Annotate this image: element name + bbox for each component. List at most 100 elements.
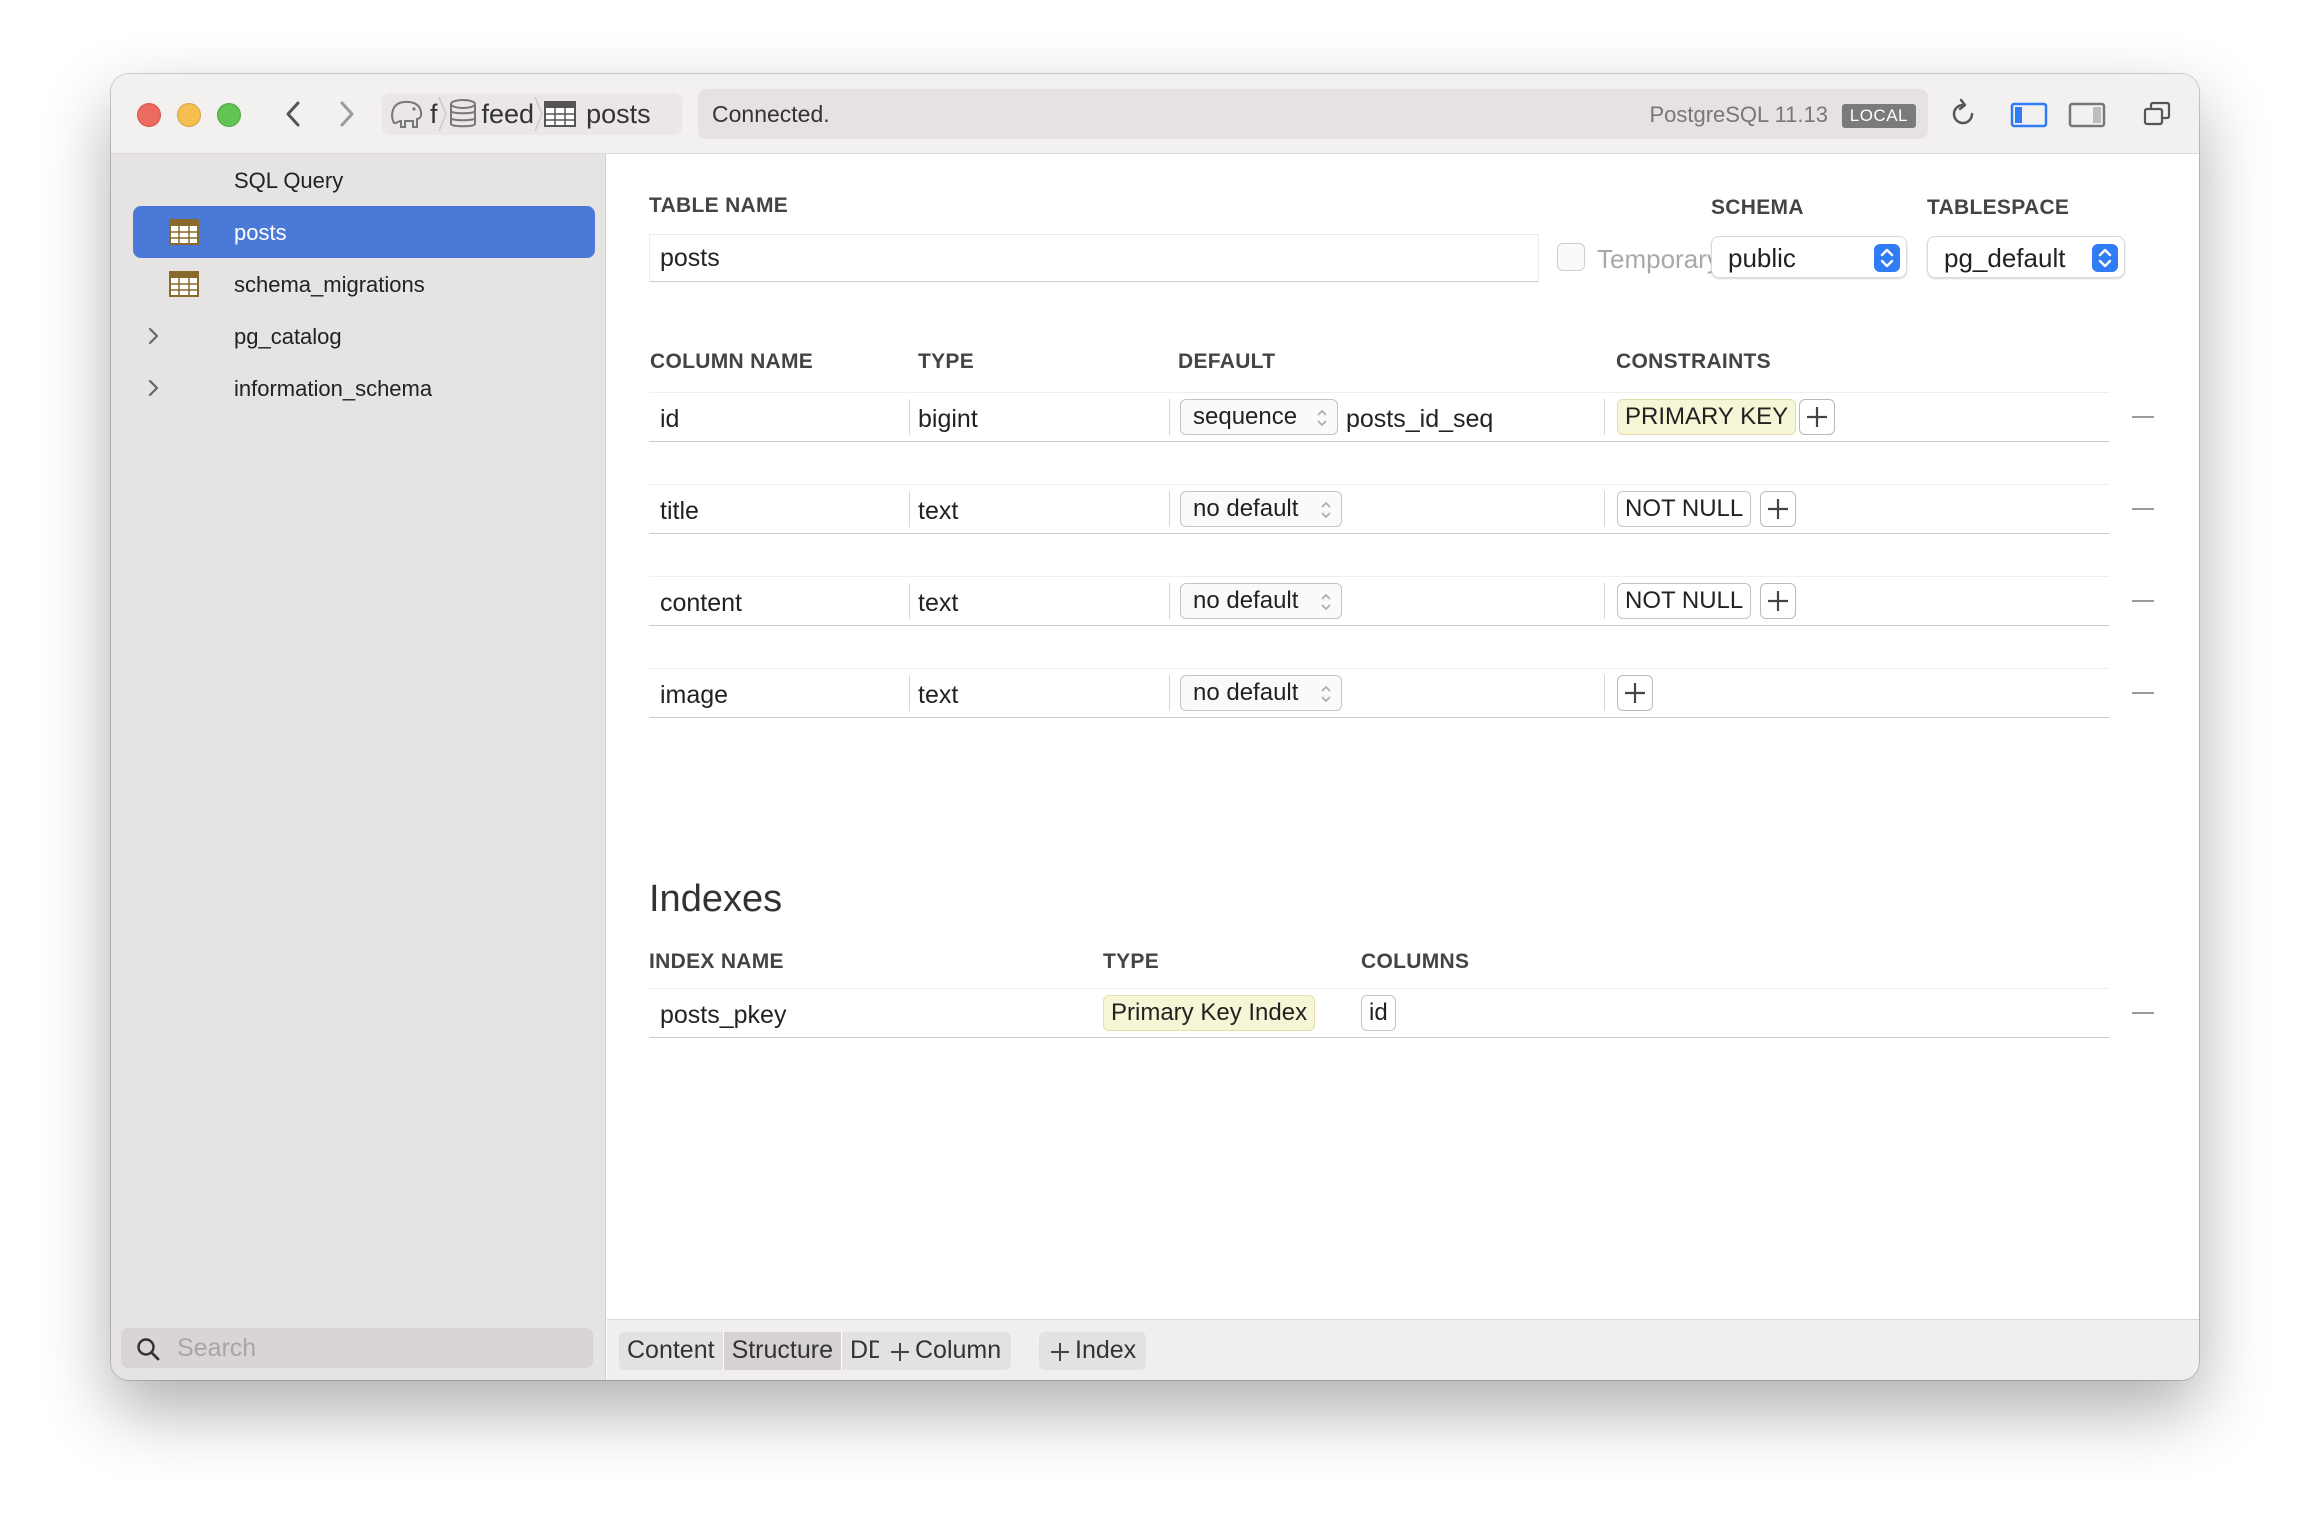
column-header-name: COLUMN NAME xyxy=(650,350,814,373)
table-structure-editor: TABLE NAME posts Temporary SCHEMA public… xyxy=(607,154,2199,1319)
constraint-tag[interactable]: PRIMARY KEY xyxy=(1617,399,1797,435)
remove-index-button[interactable] xyxy=(2132,1012,2154,1014)
column-header-default: DEFAULT xyxy=(1178,350,1276,373)
remove-column-button[interactable] xyxy=(2132,692,2154,694)
add-constraint-button[interactable] xyxy=(1799,399,1835,435)
default-kind: no default xyxy=(1193,495,1299,522)
breadcrumb-separator xyxy=(437,96,447,132)
default-select[interactable]: no default xyxy=(1180,491,1342,527)
cell-divider xyxy=(909,491,910,527)
column-type-field[interactable]: text xyxy=(918,497,958,526)
cell-divider xyxy=(1169,583,1170,619)
default-select[interactable]: no default xyxy=(1180,583,1342,619)
updown-chevron-icon xyxy=(1321,685,1331,703)
column-name-field[interactable]: id xyxy=(660,405,679,434)
column-name-field[interactable]: title xyxy=(660,497,699,526)
temporary-checkbox[interactable] xyxy=(1557,243,1585,271)
refresh-button[interactable] xyxy=(1945,96,1981,132)
column-name-field[interactable]: image xyxy=(660,681,728,710)
back-button[interactable] xyxy=(279,96,309,132)
breadcrumb-database[interactable]: feed xyxy=(448,93,535,135)
new-window-button[interactable] xyxy=(2139,96,2175,132)
remove-column-button[interactable] xyxy=(2132,600,2154,602)
add-column-button[interactable]: Column xyxy=(879,1332,1012,1370)
breadcrumb: f feed posts xyxy=(382,93,682,135)
chevron-right-icon[interactable] xyxy=(147,325,161,347)
index-type-tag[interactable]: Primary Key Index xyxy=(1103,995,1316,1031)
tab-content[interactable]: Content xyxy=(619,1332,724,1370)
sidebar-item-information-schema[interactable]: information_schema xyxy=(133,362,595,414)
server-badge: LOCAL xyxy=(1841,104,1916,128)
table-icon xyxy=(169,219,199,245)
constraint-tag[interactable]: NOT NULL xyxy=(1617,583,1752,619)
index-header-columns: COLUMNS xyxy=(1361,950,1470,973)
server-version: PostgreSQL 11.13 xyxy=(1649,102,1828,127)
index-column-tag[interactable]: id xyxy=(1361,995,1396,1031)
default-select[interactable]: no default xyxy=(1180,675,1342,711)
temporary-label: Temporary xyxy=(1597,244,1720,274)
chevron-left-icon xyxy=(286,101,300,127)
toggle-right-sidebar-button[interactable] xyxy=(2067,96,2107,132)
index-name-field[interactable]: posts_pkey xyxy=(660,1001,786,1030)
sidebar-item-sql-query[interactable]: SQL Query xyxy=(133,154,595,206)
column-header-constraints: CONSTRAINTS xyxy=(1616,350,1771,373)
add-constraint-button[interactable] xyxy=(1617,675,1653,711)
add-index-button[interactable]: Index xyxy=(1039,1332,1147,1370)
breadcrumb-database-label: feed xyxy=(481,98,535,129)
remove-column-button[interactable] xyxy=(2132,508,2154,510)
column-type-field[interactable]: bigint xyxy=(918,405,978,434)
sidebar-item-posts[interactable]: posts xyxy=(133,206,595,258)
add-column-label: Column xyxy=(915,1336,1002,1364)
breadcrumb-table[interactable]: posts xyxy=(544,93,651,135)
sidebar-item-pg-catalog[interactable]: pg_catalog xyxy=(133,310,595,362)
close-window-button[interactable] xyxy=(137,103,161,127)
sidebar-item-label: schema_migrations xyxy=(234,272,425,297)
schema-select[interactable]: public xyxy=(1711,236,1907,278)
tablespace-value: pg_default xyxy=(1944,243,2066,273)
constraint-tag[interactable]: NOT NULL xyxy=(1617,491,1752,527)
zoom-window-button[interactable] xyxy=(217,103,241,127)
remove-column-button[interactable] xyxy=(2132,416,2154,418)
chevron-right-icon[interactable] xyxy=(147,377,161,399)
plus-icon xyxy=(1625,683,1645,703)
index-header-name: INDEX NAME xyxy=(649,950,784,973)
add-constraint-button[interactable] xyxy=(1760,491,1796,527)
sidebar-item-schema-migrations[interactable]: schema_migrations xyxy=(133,258,595,310)
database-icon xyxy=(449,99,476,128)
forward-button[interactable] xyxy=(331,96,361,132)
tablespace-select[interactable]: pg_default xyxy=(1927,236,2125,278)
column-type-field[interactable]: text xyxy=(918,681,958,710)
minimize-window-button[interactable] xyxy=(177,103,201,127)
cell-divider xyxy=(1604,399,1605,435)
cell-divider xyxy=(909,583,910,619)
plus-icon xyxy=(891,1343,909,1361)
column-type-field[interactable]: text xyxy=(918,589,958,618)
plus-icon xyxy=(1051,1343,1069,1361)
cell-divider xyxy=(1169,675,1170,711)
default-kind: sequence xyxy=(1193,403,1298,430)
default-kind: no default xyxy=(1193,679,1299,706)
chevron-right-icon xyxy=(340,101,354,127)
cell-divider xyxy=(909,675,910,711)
search-icon xyxy=(137,1338,160,1361)
toggle-left-sidebar-button[interactable] xyxy=(2009,96,2049,132)
plus-icon xyxy=(1768,499,1788,519)
tab-structure[interactable]: Structure xyxy=(723,1332,842,1370)
app-window: f feed posts Connected. PostgreSQL 11.13… xyxy=(111,74,2199,1380)
refresh-icon xyxy=(1952,98,1974,125)
elephant-icon xyxy=(391,100,423,128)
table-name-field[interactable]: posts xyxy=(649,234,1539,282)
cell-divider xyxy=(1604,491,1605,527)
table-name-label: TABLE NAME xyxy=(649,194,789,217)
breadcrumb-server[interactable]: f xyxy=(382,93,438,135)
updown-chevron-icon xyxy=(1317,409,1327,427)
default-value-field[interactable]: posts_id_seq xyxy=(1346,405,1493,434)
default-select[interactable]: sequence xyxy=(1180,399,1338,435)
sidebar-search-input[interactable]: Search xyxy=(121,1328,593,1368)
schema-label: SCHEMA xyxy=(1711,196,1804,219)
column-name-field[interactable]: content xyxy=(660,589,742,618)
default-kind: no default xyxy=(1193,587,1299,614)
add-constraint-button[interactable] xyxy=(1760,583,1796,619)
cell-divider xyxy=(1169,399,1170,435)
titlebar: f feed posts Connected. PostgreSQL 11.13… xyxy=(111,74,2199,154)
